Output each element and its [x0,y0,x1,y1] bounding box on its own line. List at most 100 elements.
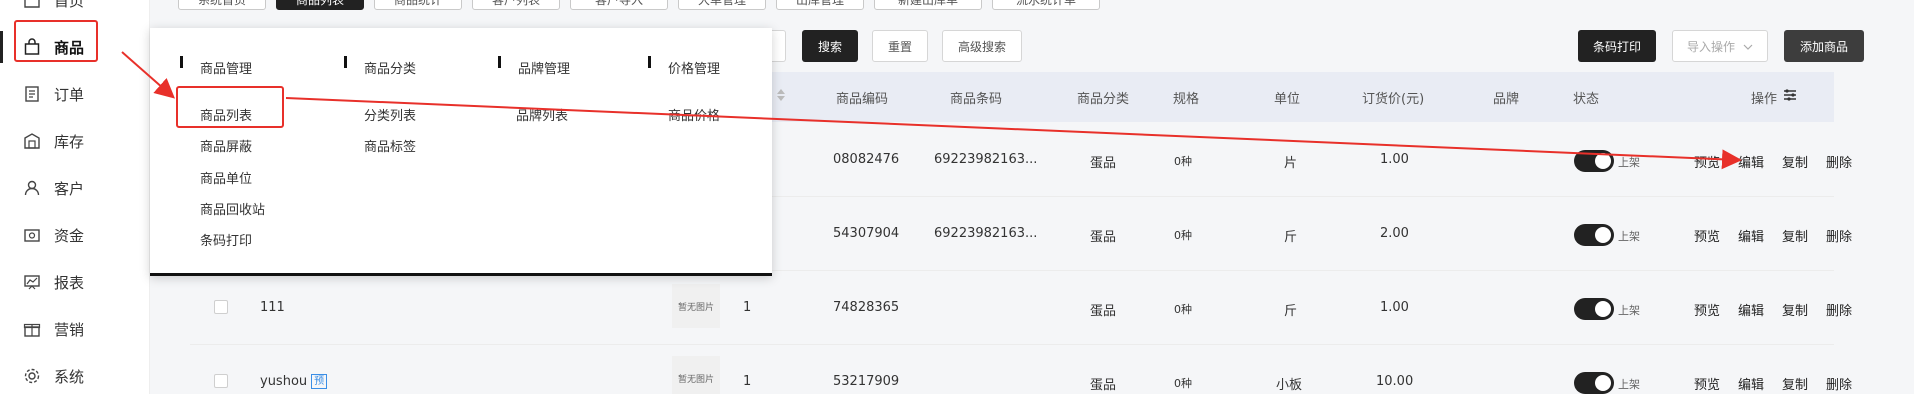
advanced-search-button[interactable]: 高级搜索 [942,30,1022,62]
sidebar-item-reports[interactable]: 报表 [0,262,150,302]
status-toggle[interactable] [1574,372,1614,394]
chevron-down-icon [1743,39,1753,53]
preview-link[interactable]: 预览 [1694,152,1720,171]
col-header-price: 订货价(元) [1362,92,1425,107]
menu-item-brand-list[interactable]: 品牌列表 [516,105,568,124]
status-label: 上架 [1618,304,1640,317]
edit-link[interactable]: 编辑 [1738,152,1764,171]
status-label: 上架 [1618,156,1640,169]
cell-qty: 1 [743,300,752,315]
copy-link[interactable]: 复制 [1782,152,1808,171]
copy-link[interactable]: 复制 [1782,374,1808,393]
tab-outbound[interactable]: 出库管理 [776,0,864,10]
status-toggle[interactable] [1574,224,1614,246]
col-header-brand: 品牌 [1493,92,1520,107]
cell-unit: 片 [1284,156,1298,171]
menu-item-barcode-print[interactable]: 条码打印 [200,230,252,249]
page: 系统首页 商品列表 商品统计 客户列表 客户导入 大单管理 出库管理 新建出库单… [0,0,1914,394]
sort-icon[interactable] [776,88,786,106]
edit-link[interactable]: 编辑 [1738,300,1764,319]
cell-category: 蛋品 [1090,304,1117,319]
reset-button[interactable]: 重置 [872,30,928,62]
add-product-button[interactable]: 添加商品 [1784,30,1864,62]
tab-customer-list[interactable]: 客户列表 [472,0,560,10]
cell-spec: 0种 [1174,155,1192,168]
menu-item-product-block[interactable]: 商品屏蔽 [200,136,252,155]
sidebar-item-label: 营销 [54,320,85,339]
cell-name: yushou 预 [260,374,328,389]
preview-link[interactable]: 预览 [1694,226,1720,245]
delete-link[interactable]: 删除 [1826,226,1852,245]
cell-spec: 0种 [1174,377,1192,390]
sidebar-item-label: 订单 [54,85,85,104]
cell-category: 蛋品 [1090,378,1117,393]
tab-customer-import[interactable]: 客户导入 [570,0,668,10]
tab-product-stats[interactable]: 商品统计 [374,0,462,10]
sidebar-item-inventory[interactable]: 库存 [0,121,150,161]
tab-home[interactable]: 系统首页 [178,0,266,10]
no-image-placeholder: 暂无图片 [672,284,720,328]
menu-item-recycle-bin[interactable]: 商品回收站 [200,199,265,218]
delete-link[interactable]: 删除 [1826,300,1852,319]
cell-code: 54307904 [833,226,900,241]
tab-product-list[interactable]: 商品列表 [276,0,364,10]
menu-group-price: 价格管理 [647,56,720,77]
import-ops-label: 导入操作 [1686,39,1735,54]
menu-item-product-tags[interactable]: 商品标签 [364,136,416,155]
sidebar-item-funds[interactable]: 资金 [0,215,150,255]
product-name: yushou [260,374,308,389]
cell-spec: 0种 [1174,303,1192,316]
sidebar-item-label: 报表 [54,273,85,292]
cell-unit: 小板 [1276,378,1303,393]
sidebar-item-order[interactable]: 订单 [0,74,150,114]
sidebar-item-home[interactable]: 首页 [0,0,150,20]
delete-link[interactable]: 删除 [1826,374,1852,393]
sidebar-item-label: 系统 [54,367,85,386]
sidebar-item-label: 库存 [54,132,85,151]
sidebar-item-marketing[interactable]: 营销 [0,309,150,349]
tab-bulk-order[interactable]: 大单管理 [678,0,766,10]
cell-code: 53217909 [833,374,900,389]
col-header-category: 商品分类 [1077,92,1130,107]
column-settings-icon[interactable] [1783,89,1797,105]
status-label: 上架 [1618,230,1640,243]
search-button[interactable]: 搜索 [802,30,858,62]
sidebar-item-customer[interactable]: 客户 [0,168,150,208]
cell-code: 08082476 [833,152,900,167]
presale-badge: 预 [311,374,328,389]
delete-link[interactable]: 删除 [1826,152,1852,171]
import-ops-dropdown[interactable]: 导入操作 [1672,30,1768,62]
tab-new-outbound[interactable]: 新建出库单 [874,0,982,10]
tab-flow-stats[interactable]: 流水统计单 [992,0,1100,10]
sidebar-item-label: 客户 [54,179,85,198]
edit-link[interactable]: 编辑 [1738,374,1764,393]
barcode-print-button[interactable]: 条码打印 [1578,30,1656,62]
col-header-status: 状态 [1573,92,1600,107]
cell-price: 1.00 [1380,152,1409,167]
cell-unit: 斤 [1284,230,1298,245]
wallet-icon [22,225,42,245]
preview-link[interactable]: 预览 [1694,374,1720,393]
menu-group-brand: 品牌管理 [497,56,570,77]
row-checkbox[interactable] [214,374,228,388]
menu-item-product-price[interactable]: 商品价格 [668,105,720,124]
cell-barcode: 69223982163... [934,152,1038,167]
row-checkbox[interactable] [214,300,228,314]
highlight-box-product-list [176,86,284,128]
status-toggle[interactable] [1574,150,1614,172]
no-image-placeholder: 暂无图片 [672,356,720,394]
menu-item-product-unit[interactable]: 商品单位 [200,168,252,187]
menu-group-product-mgmt: 商品管理 [179,56,252,77]
user-icon [22,178,42,198]
row-divider [190,344,1834,345]
copy-link[interactable]: 复制 [1782,226,1808,245]
preview-link[interactable]: 预览 [1694,300,1720,319]
status-label: 上架 [1618,378,1640,391]
sidebar-item-system[interactable]: 系统 [0,356,150,394]
menu-item-category-list[interactable]: 分类列表 [364,105,416,124]
status-toggle[interactable] [1574,298,1614,320]
edit-link[interactable]: 编辑 [1738,226,1764,245]
cell-price: 2.00 [1380,226,1409,241]
copy-link[interactable]: 复制 [1782,300,1808,319]
gift-icon [22,319,42,339]
